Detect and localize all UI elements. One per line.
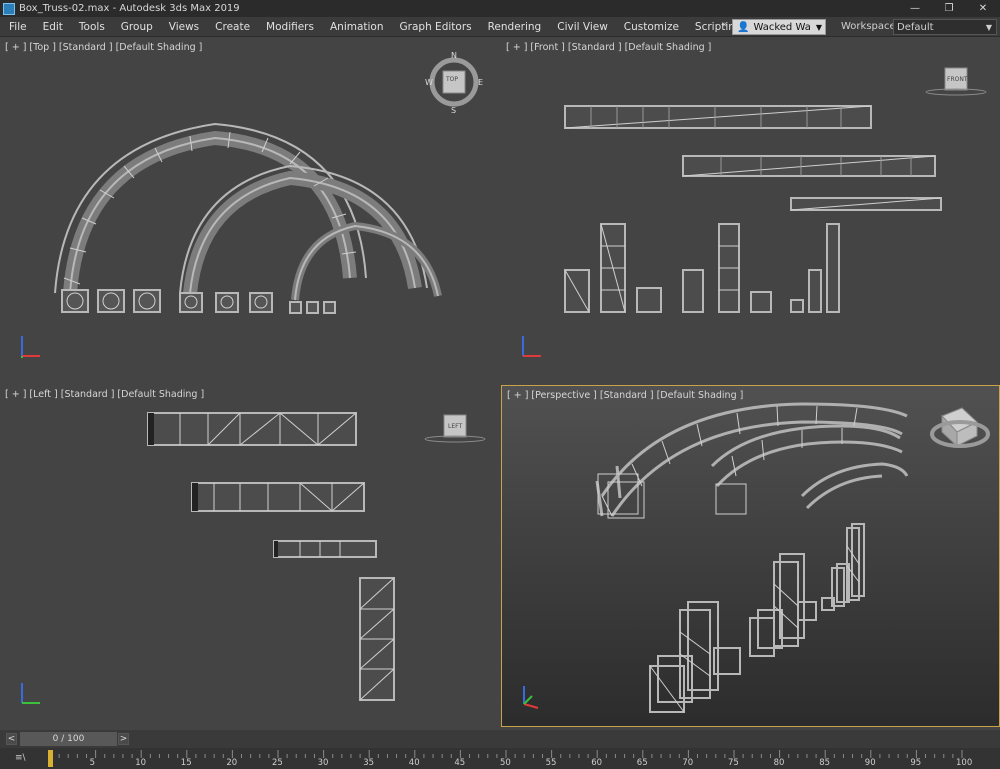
menu-bar: File Edit Tools Group Views Create Modif…: [0, 17, 1000, 37]
workspace-select[interactable]: Default ▼: [893, 19, 997, 35]
perspective-viewport-scene: [523, 402, 990, 713]
time-slider[interactable]: 0 / 100: [20, 732, 117, 746]
prev-frame-button[interactable]: <: [6, 733, 17, 745]
workspace-value: Default: [897, 21, 934, 33]
frame-tick-label: 70: [682, 758, 694, 768]
menu-civil-view[interactable]: Civil View: [557, 21, 608, 33]
frame-tick-label: 15: [180, 758, 192, 768]
frame-tick-label: 40: [408, 758, 420, 768]
frame-tick-label: 75: [728, 758, 739, 768]
window-controls: — ❐ ✕: [898, 0, 1000, 17]
frame-tick-label: 10: [135, 758, 147, 768]
top-viewport-scene: [21, 57, 479, 358]
viewport-label-top[interactable]: [ + ] [Top ] [Standard ] [Default Shadin…: [5, 42, 202, 53]
user-name: Wacked Wa: [753, 21, 811, 33]
viewcube-front-text[interactable]: FRONT: [947, 76, 968, 83]
frame-tick-label: 45: [454, 758, 466, 768]
menu-create[interactable]: Create: [215, 21, 250, 33]
menu-customize[interactable]: Customize: [624, 21, 679, 33]
menu-animation[interactable]: Animation: [330, 21, 384, 33]
chevron-down-icon: ▼: [815, 22, 822, 32]
frame-tick-label: 95: [910, 758, 922, 768]
menu-overflow-icon[interactable]: »: [722, 20, 728, 30]
menu-rendering[interactable]: Rendering: [488, 21, 542, 33]
menu-edit[interactable]: Edit: [43, 21, 63, 33]
menu-file[interactable]: File: [9, 21, 27, 33]
viewport-top[interactable]: [ + ] [Top ] [Standard ] [Default Shadin…: [0, 38, 498, 381]
frame-tick-label: 20: [226, 758, 238, 768]
menu-group[interactable]: Group: [121, 21, 153, 33]
viewport-perspective[interactable]: [ + ] [Perspective ] [Standard ] [Defaul…: [501, 385, 1000, 727]
compass-n: N: [451, 51, 457, 60]
compass-s: S: [451, 106, 457, 115]
viewport-front[interactable]: [ + ] [Front ] [Standard ] [Default Shad…: [501, 38, 1000, 381]
viewport-label-perspective[interactable]: [ + ] [Perspective ] [Standard ] [Defaul…: [507, 390, 743, 401]
left-viewport-scene: [21, 412, 486, 704]
frame-tick-label: 85: [819, 758, 831, 768]
front-viewport-scene: [522, 67, 987, 357]
current-frame-marker[interactable]: [48, 750, 53, 767]
restore-button[interactable]: ❐: [932, 0, 966, 17]
track-filter-icon[interactable]: ≡\: [15, 753, 26, 763]
user-icon: 👤: [737, 21, 750, 33]
chevron-down-icon: ▼: [985, 22, 992, 32]
menu-graph-editors[interactable]: Graph Editors: [400, 21, 472, 33]
frame-tick-label: 25: [272, 758, 283, 768]
close-button[interactable]: ✕: [966, 0, 1000, 17]
next-frame-button[interactable]: >: [118, 733, 129, 745]
frame-tick-label: 80: [773, 758, 785, 768]
menu-views[interactable]: Views: [169, 21, 199, 33]
minimize-button[interactable]: —: [898, 0, 932, 17]
viewcube-perspective[interactable]: [930, 407, 990, 448]
frame-tick-label: 55: [545, 758, 557, 768]
track-bar[interactable]: ≡\ 5 10 15 20 25 30 35 40 45 50 55 60 65 70 75 80 85 90 95…: [0, 748, 1000, 769]
frame-tick-label: 90: [864, 758, 876, 768]
frame-tick-label: 65: [636, 758, 648, 768]
title-bar: Box_Truss-02.max - Autodesk 3ds Max 2019…: [0, 0, 1000, 17]
frame-tick-label: 35: [363, 758, 375, 768]
menu-modifiers[interactable]: Modifiers: [266, 21, 314, 33]
window-title: Box_Truss-02.max - Autodesk 3ds Max 2019: [19, 3, 240, 14]
user-account-dropdown[interactable]: 👤 Wacked Wa ▼: [732, 19, 826, 35]
compass-w: W: [425, 78, 433, 87]
viewport-label-left[interactable]: [ + ] [Left ] [Standard ] [Default Shadi…: [5, 389, 204, 400]
frame-tick-label: 60: [591, 758, 603, 768]
frame-tick-label: 50: [500, 758, 511, 768]
app-logo-icon: [3, 2, 15, 15]
viewport-label-front[interactable]: [ + ] [Front ] [Standard ] [Default Shad…: [506, 42, 711, 53]
viewcube-left-text[interactable]: LEFT: [448, 423, 462, 430]
viewcube-top-text[interactable]: TOP: [446, 76, 458, 83]
compass-e: E: [478, 78, 484, 87]
time-slider-bar: < 0 / 100 >: [0, 730, 1000, 748]
frame-tick-label: 5: [89, 758, 96, 768]
menu-tools[interactable]: Tools: [79, 21, 105, 33]
frame-tick-label: 30: [317, 758, 329, 768]
viewport-left[interactable]: [ + ] [Left ] [Standard ] [Default Shadi…: [0, 385, 498, 727]
frame-tick-label: 100: [956, 758, 973, 768]
